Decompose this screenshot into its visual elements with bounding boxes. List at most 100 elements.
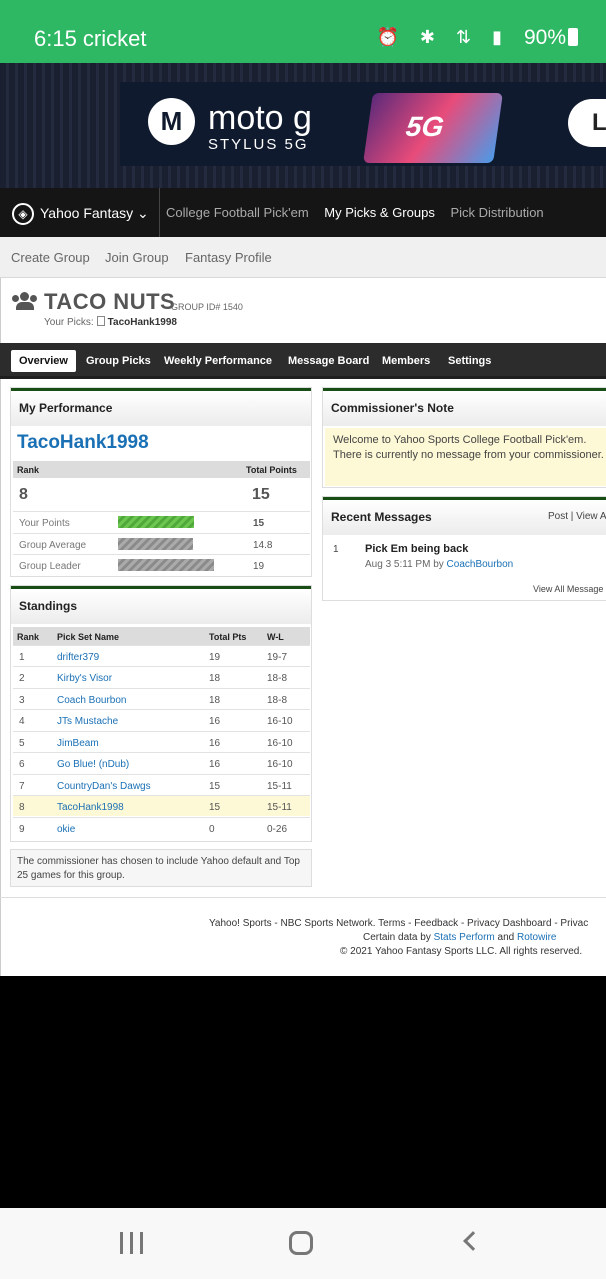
group-id: GROUP ID# 1540 [171, 302, 243, 312]
tab-weekly-performance[interactable]: Weekly Performance [164, 355, 272, 367]
yahoo-fantasy-menu[interactable]: ◈ Yahoo Fantasy ⌄ [0, 188, 160, 237]
row-label: Your Points [19, 518, 70, 529]
group-title: TACO NUTS [44, 289, 176, 314]
status-bar: 6:15 cricket ⏰ ✱ ⇅ ▮ 90% [0, 0, 606, 63]
your-picks-name[interactable]: TacoHank1998 [108, 317, 177, 328]
cell-pts: 19 [209, 652, 221, 663]
back-icon[interactable] [462, 1208, 483, 1279]
cell-rank: 1 [19, 652, 25, 663]
document-icon [96, 316, 105, 326]
cell-name-link[interactable]: Kirby's Visor [57, 673, 112, 684]
cell-wl: 18-8 [267, 673, 288, 684]
join-group-link[interactable]: Join Group [105, 250, 169, 265]
table-row: 6 Go Blue! (nDub) 16 16-10 [13, 752, 310, 773]
message-date: Aug 3 5:11 PM by [365, 559, 444, 570]
yahoo-fantasy-label: Yahoo Fantasy ⌄ [40, 205, 149, 221]
nav-college-football-pickem[interactable]: College Football Pick'em [166, 205, 309, 220]
cell-name-link[interactable]: Coach Bourbon [57, 695, 127, 706]
row-value: 19 [253, 561, 265, 572]
col-pick-set-name: Pick Set Name [57, 632, 120, 642]
group-leader-bar [118, 559, 214, 571]
yahoo-nav: ◈ Yahoo Fantasy ⌄ College Football Pick'… [0, 188, 606, 237]
row-value: 14.8 [253, 540, 273, 551]
android-nav-bar [0, 1208, 606, 1279]
cell-name-link[interactable]: JTs Mustache [57, 716, 118, 727]
cell-rank: 9 [19, 824, 25, 835]
stats-perform-link[interactable]: Stats Perform [434, 932, 495, 943]
table-row: 2 Kirby's Visor 18 18-8 [13, 666, 310, 687]
cell-name-link[interactable]: Go Blue! (nDub) [57, 759, 129, 770]
cell-name-link[interactable]: TacoHank1998 [57, 802, 124, 813]
cell-pts: 16 [209, 716, 221, 727]
tab-overview[interactable]: Overview [11, 350, 76, 372]
football-icon: ◈ [12, 203, 34, 225]
footer-links[interactable]: Yahoo! Sports - NBC Sports Network. Term… [209, 918, 588, 929]
total-points-value: 15 [252, 486, 270, 503]
recent-messages-panel: Recent Messages Post | View A 1 Pick Em … [322, 496, 606, 601]
games-note: The commissioner has chosen to include Y… [10, 849, 312, 887]
standings-panel: Standings Rank Pick Set Name Total Pts W… [10, 585, 312, 842]
panel-title: Commissioner's Note [323, 388, 606, 426]
table-row: 7 CountryDan's Dawgs 15 15-11 [13, 774, 310, 795]
your-picks-label: Your Picks: [44, 317, 94, 328]
recent-apps-icon[interactable] [118, 1208, 146, 1279]
phone-image-icon: 5G [363, 93, 503, 163]
cell-pts: 0 [209, 824, 215, 835]
your-points-bar [118, 516, 194, 528]
row-value: 15 [253, 518, 265, 529]
cell-wl: 16-10 [267, 759, 293, 770]
tab-message-board[interactable]: Message Board [288, 355, 369, 367]
tab-group-picks[interactable]: Group Picks [86, 355, 151, 367]
post-view-links[interactable]: Post | View A [548, 511, 606, 522]
cell-pts: 16 [209, 759, 221, 770]
table-row: 5 JimBeam 16 16-10 [13, 731, 310, 752]
cell-wl: 0-26 [267, 824, 288, 835]
performance-username[interactable]: TacoHank1998 [17, 432, 149, 454]
status-icons: ⏰ ✱ ⇅ ▮ [376, 27, 510, 47]
battery-text: 90% [523, 26, 566, 49]
footer-data-credits: Certain data by Stats Perform and Rotowi… [363, 932, 556, 943]
cell-rank: 4 [19, 716, 25, 727]
cell-wl: 15-11 [267, 781, 292, 792]
nav-my-picks-groups[interactable]: My Picks & Groups [324, 205, 435, 220]
ad-banner[interactable]: M moto g STYLUS 5G 5G L [0, 63, 606, 188]
cell-pts: 18 [209, 695, 221, 706]
battery-level: 90% [524, 26, 578, 50]
performance-header: Rank Total Points [13, 461, 310, 478]
create-group-link[interactable]: Create Group [11, 250, 90, 265]
group-leader-row: Group Leader 19 [13, 554, 310, 575]
tab-settings[interactable]: Settings [448, 355, 491, 367]
cell-rank: 8 [19, 802, 25, 813]
view-all-messages-link[interactable]: View All Message [533, 584, 603, 594]
group-average-bar [118, 538, 193, 550]
cell-name-link[interactable]: okie [57, 824, 75, 835]
rank-value: 8 [19, 486, 28, 503]
nav-pick-distribution[interactable]: Pick Distribution [450, 205, 543, 220]
group-tabs: Overview Group Picks Weekly Performance … [0, 343, 606, 379]
credit-and: and [497, 932, 515, 943]
table-row-current-user: 8 TacoHank1998 15 15-11 [13, 795, 310, 816]
tab-members[interactable]: Members [382, 355, 430, 367]
cell-pts: 15 [209, 802, 221, 813]
col-rank: Rank [17, 632, 40, 642]
cell-pts: 15 [209, 781, 221, 792]
home-icon[interactable] [289, 1208, 315, 1279]
standings-header: Rank Pick Set Name Total Pts W-L [13, 627, 310, 645]
my-performance-panel: My Performance TacoHank1998 Rank Total P… [10, 387, 312, 577]
message-title[interactable]: Pick Em being back [365, 543, 468, 555]
cell-name-link[interactable]: drifter379 [57, 652, 99, 663]
ad-brand-sub: STYLUS 5G [208, 136, 309, 153]
commissioner-note-panel: Commissioner's Note Welcome to Yahoo Spo… [322, 387, 606, 488]
rotowire-link[interactable]: Rotowire [517, 932, 556, 943]
panel-title: My Performance [11, 388, 311, 426]
table-row: 3 Coach Bourbon 18 18-8 [13, 688, 310, 709]
cell-name-link[interactable]: CountryDan's Dawgs [57, 781, 151, 792]
credit-prefix: Certain data by [363, 932, 431, 943]
row-label: Group Leader [19, 561, 81, 572]
message-author-link[interactable]: CoachBourbon [447, 559, 514, 570]
cell-name-link[interactable]: JimBeam [57, 738, 99, 749]
motorola-logo-icon: M [148, 98, 195, 145]
fantasy-profile-link[interactable]: Fantasy Profile [185, 250, 272, 265]
yahoo-nav-links: College Football Pick'em My Picks & Grou… [166, 205, 556, 220]
col-wl: W-L [267, 632, 284, 642]
